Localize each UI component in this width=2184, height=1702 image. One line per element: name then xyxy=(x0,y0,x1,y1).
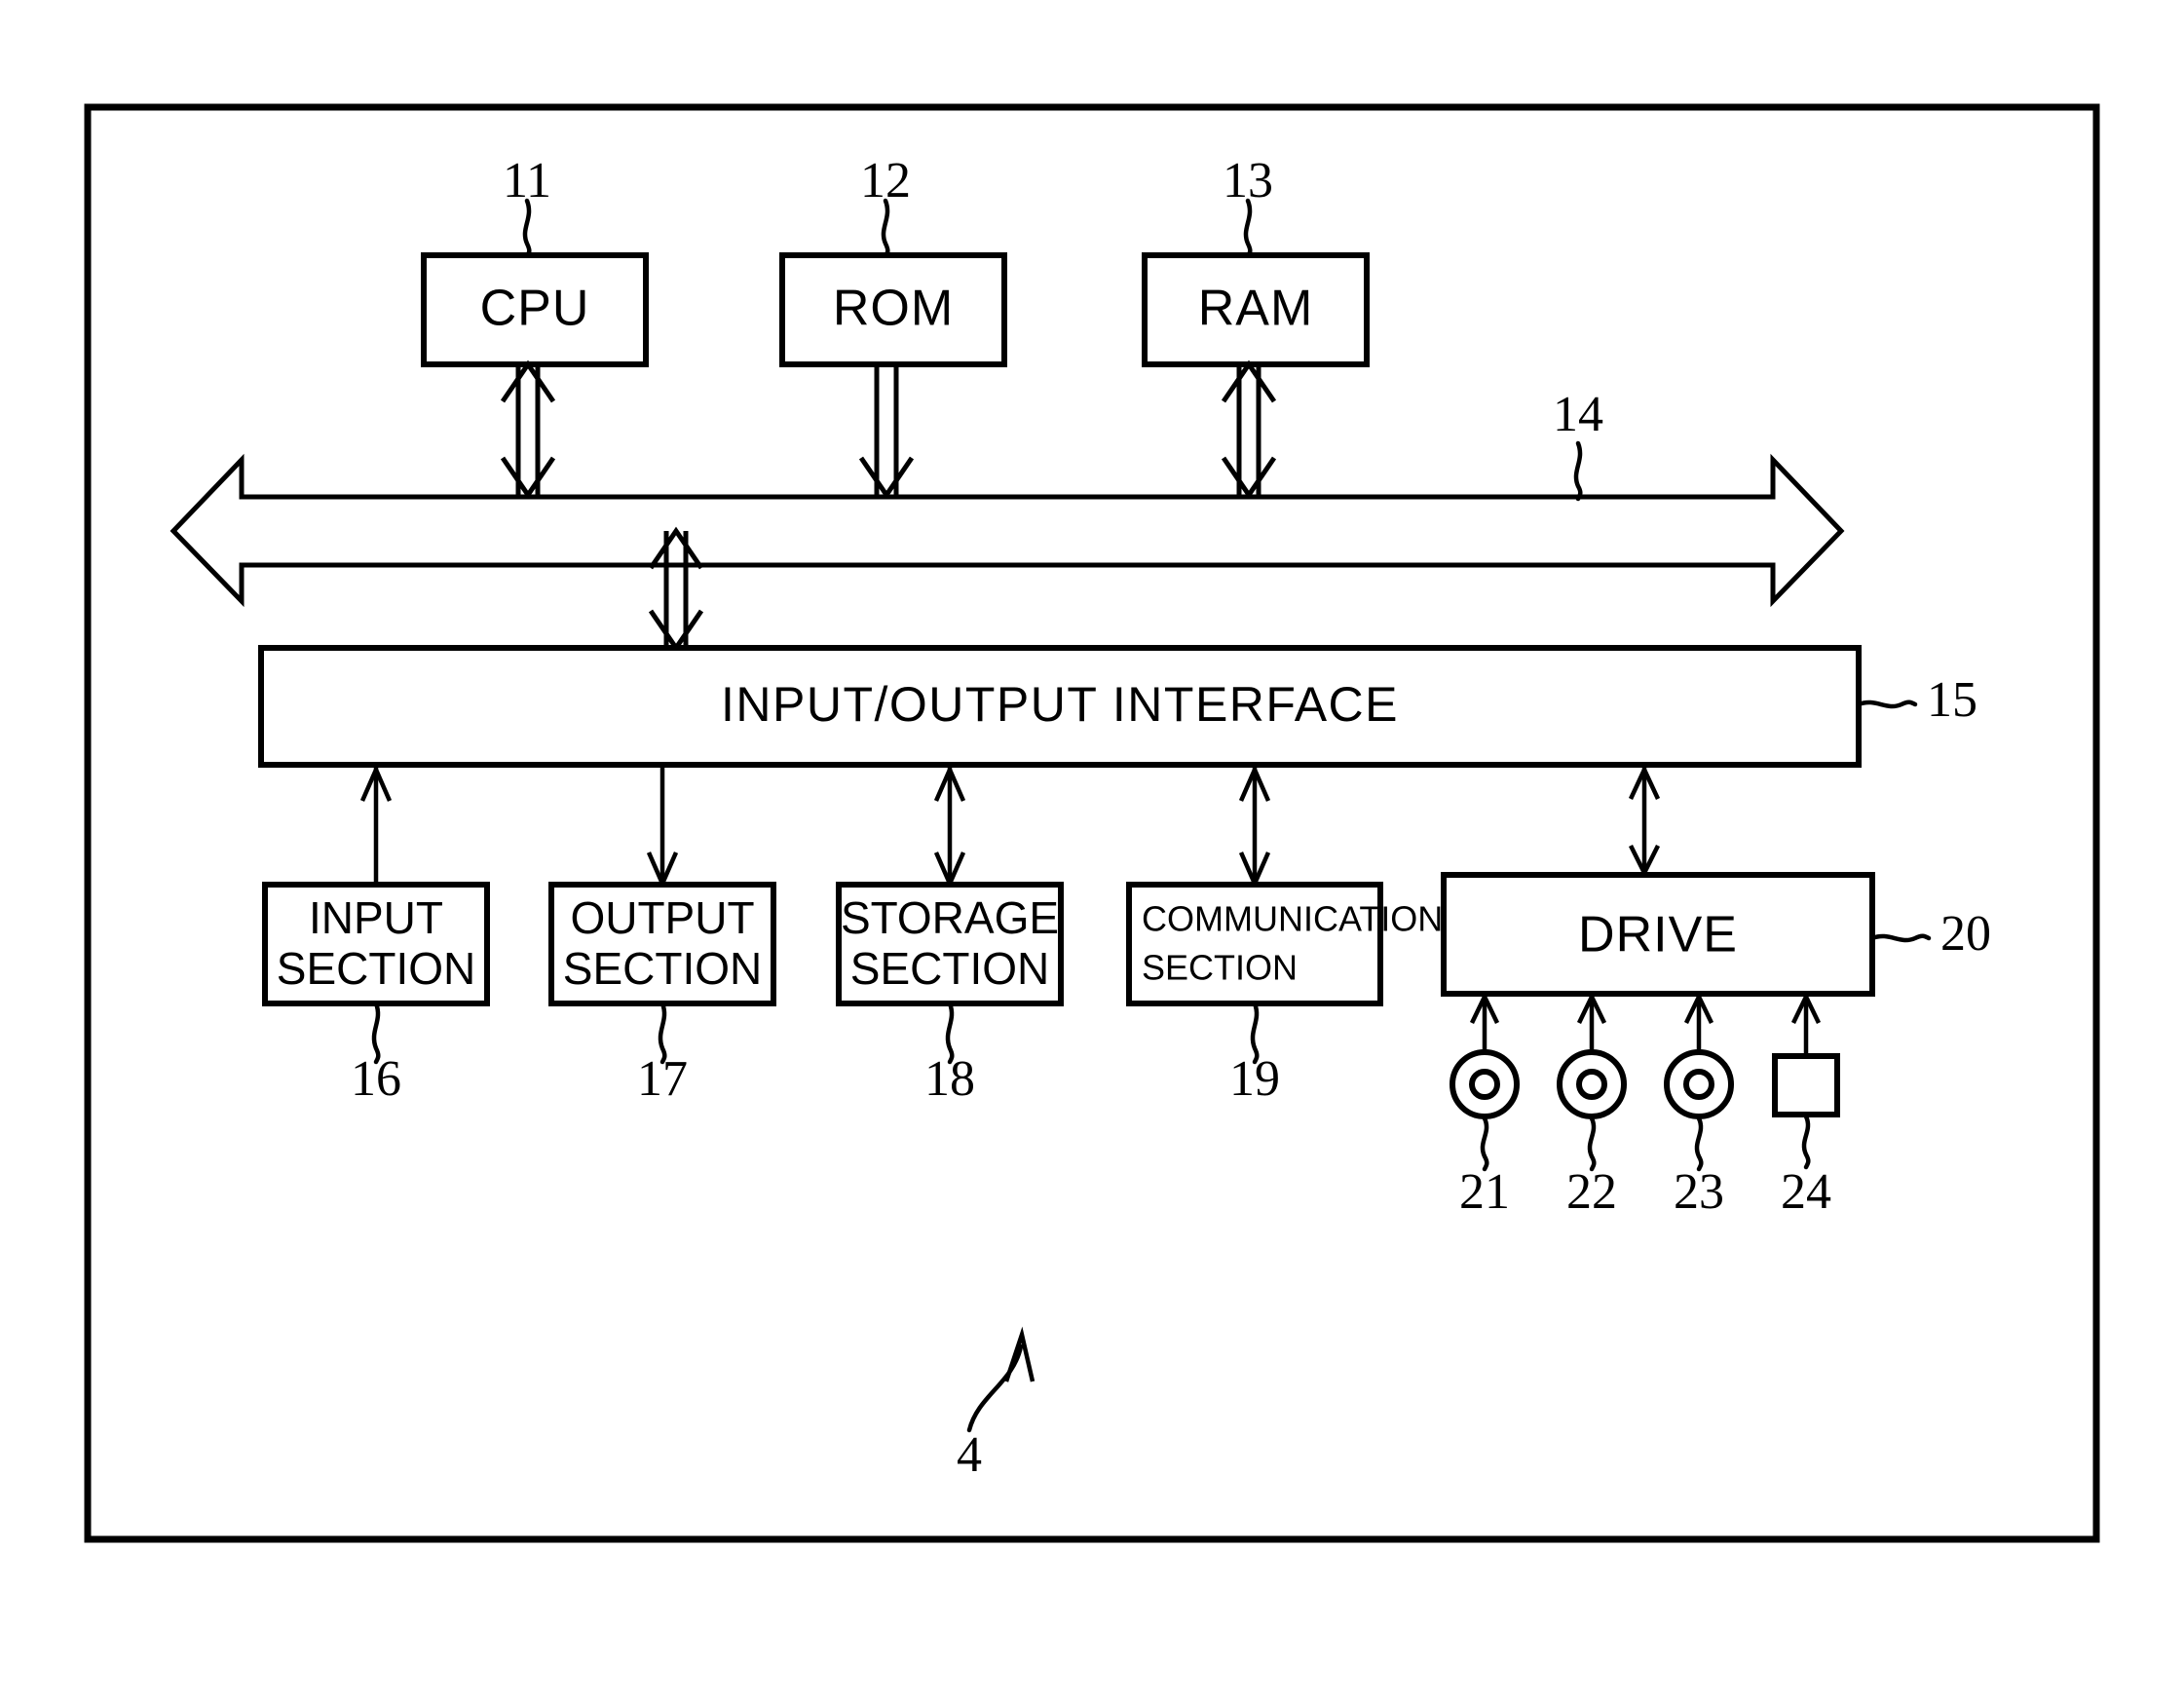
ref-number-23: 23 xyxy=(1674,1164,1724,1220)
ref-number-17: 17 xyxy=(637,1051,688,1107)
block-drive: DRIVE xyxy=(1441,872,1875,997)
ref-callout-15: 15 xyxy=(1856,672,1977,728)
block-output-section-line1: OUTPUT xyxy=(570,892,754,943)
media-disc-23: 23 xyxy=(1664,991,1734,1220)
media-disc-21: 21 xyxy=(1450,991,1520,1220)
ref-number-12: 12 xyxy=(860,153,911,208)
ref-callout-overall: 4 xyxy=(957,1326,1036,1483)
ref-callout-17: 17 xyxy=(637,1001,688,1107)
block-output-section: OUTPUT SECTION xyxy=(548,882,776,1006)
page-frame xyxy=(84,103,2100,1543)
system-bus xyxy=(169,453,1845,608)
ref-callout-14: 14 xyxy=(1553,387,1603,502)
block-rom-label: ROM xyxy=(833,281,954,337)
ref-number-20: 20 xyxy=(1940,906,1991,962)
ref-number-19: 19 xyxy=(1229,1051,1280,1107)
connector-ram-bus xyxy=(1221,359,1277,500)
block-cpu-label: CPU xyxy=(480,281,590,337)
block-input-section-line1: INPUT xyxy=(309,892,443,943)
ref-number-16: 16 xyxy=(351,1051,401,1107)
ref-callout-18: 18 xyxy=(924,1001,975,1107)
media-disc-22: 22 xyxy=(1557,991,1627,1220)
figure-canvas: CPU 11 ROM 12 RAM 13 14 INPUT/OUTPUT INT… xyxy=(0,0,2184,1702)
block-diagram: CPU 11 ROM 12 RAM 13 14 INPUT/OUTPUT INT… xyxy=(84,103,2100,1543)
ref-number-24: 24 xyxy=(1781,1164,1831,1220)
block-drive-label: DRIVE xyxy=(1578,907,1738,964)
ref-number-15: 15 xyxy=(1927,672,1977,728)
connector-interface-communication xyxy=(1238,764,1271,889)
block-ram-label: RAM xyxy=(1198,281,1314,337)
ref-callout-16: 16 xyxy=(351,1001,401,1107)
ref-number-22: 22 xyxy=(1566,1164,1617,1220)
block-output-section-line2: SECTION xyxy=(563,943,762,994)
ref-number-14: 14 xyxy=(1553,387,1603,442)
block-io-interface: INPUT/OUTPUT INTERFACE xyxy=(258,645,1862,768)
ref-callout-20: 20 xyxy=(1869,906,1991,962)
block-storage-section-line1: STORAGE xyxy=(841,892,1059,943)
block-input-section-line2: SECTION xyxy=(277,943,475,994)
ref-callout-19: 19 xyxy=(1229,1001,1280,1107)
block-cpu: CPU xyxy=(421,252,649,367)
block-communication-section-line1: COMMUNICATION xyxy=(1142,899,1443,939)
block-storage-section-line2: SECTION xyxy=(850,943,1049,994)
block-communication-section-line2: SECTION xyxy=(1142,948,1298,988)
ref-callout-13: 13 xyxy=(1223,153,1273,258)
block-ram: RAM xyxy=(1142,252,1370,367)
block-storage-section: STORAGE SECTION xyxy=(836,882,1064,1006)
ref-number-13: 13 xyxy=(1223,153,1273,208)
ref-callout-12: 12 xyxy=(860,153,911,258)
block-io-interface-label: INPUT/OUTPUT INTERFACE xyxy=(721,677,1399,732)
connector-interface-storage xyxy=(933,764,966,889)
block-input-section: INPUT SECTION xyxy=(262,882,490,1006)
ref-callout-11: 11 xyxy=(503,153,551,258)
connector-input-interface xyxy=(359,764,393,889)
media-square-24: 24 xyxy=(1772,991,1840,1220)
ref-number-overall: 4 xyxy=(957,1427,982,1483)
block-communication-section: COMMUNICATION SECTION xyxy=(1126,882,1443,1006)
ref-number-21: 21 xyxy=(1459,1164,1510,1220)
block-rom: ROM xyxy=(779,252,1007,367)
connector-interface-drive xyxy=(1628,764,1661,879)
ref-number-18: 18 xyxy=(924,1051,975,1107)
connector-cpu-bus xyxy=(500,359,556,500)
ref-number-11: 11 xyxy=(503,153,551,208)
connector-rom-bus xyxy=(858,364,915,500)
connector-interface-output xyxy=(646,765,679,889)
